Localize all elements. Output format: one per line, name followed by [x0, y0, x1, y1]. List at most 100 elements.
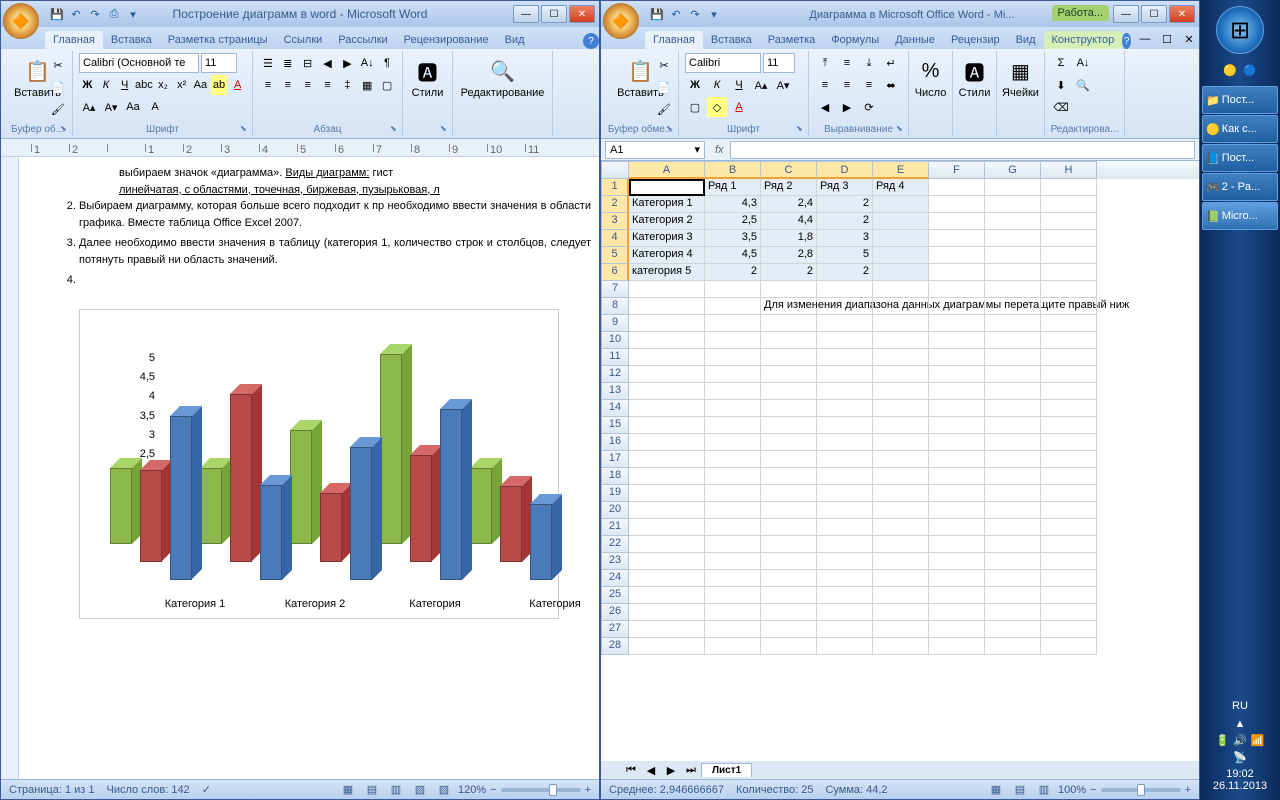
cell[interactable]: [817, 468, 873, 485]
row-header[interactable]: 27: [601, 621, 629, 638]
cell[interactable]: 2: [817, 196, 873, 213]
cell[interactable]: [1041, 366, 1097, 383]
row-header[interactable]: 2: [601, 196, 629, 213]
cell[interactable]: [929, 298, 985, 315]
cell[interactable]: [817, 638, 873, 655]
taskbar-item[interactable]: 🎮2 - Pa...: [1202, 173, 1278, 201]
zoom-in-button[interactable]: +: [585, 784, 591, 796]
cell[interactable]: [705, 434, 761, 451]
bullets-button[interactable]: ☰: [259, 53, 277, 73]
qat-more-icon[interactable]: ▾: [125, 6, 141, 22]
copy-icon[interactable]: 📄: [48, 77, 68, 97]
cell[interactable]: [985, 468, 1041, 485]
cell[interactable]: [629, 179, 705, 196]
font-effects-button[interactable]: A: [145, 97, 165, 117]
col-header[interactable]: D: [817, 161, 873, 179]
col-header[interactable]: B: [705, 161, 761, 179]
undo-icon[interactable]: ↶: [68, 6, 84, 22]
print-icon[interactable]: ⎙: [106, 6, 122, 22]
cell[interactable]: [985, 349, 1041, 366]
tab-review[interactable]: Рецензир: [943, 31, 1008, 49]
indent-right-button[interactable]: ▶: [338, 53, 356, 73]
cell[interactable]: [817, 298, 873, 315]
find-button[interactable]: 🔍: [1073, 75, 1093, 95]
subscript-button[interactable]: x₂: [155, 75, 172, 95]
cell[interactable]: [705, 468, 761, 485]
cell[interactable]: [985, 417, 1041, 434]
tab-layout[interactable]: Разметка: [760, 31, 824, 49]
cell[interactable]: [629, 349, 705, 366]
cell[interactable]: [705, 400, 761, 417]
row-header[interactable]: 24: [601, 570, 629, 587]
cell[interactable]: [705, 519, 761, 536]
redo-icon[interactable]: ↷: [687, 6, 703, 22]
doc-minimize-icon[interactable]: —: [1135, 29, 1155, 49]
cell[interactable]: [705, 451, 761, 468]
multilevel-button[interactable]: ⊟: [299, 53, 317, 73]
cell[interactable]: Ряд 4: [873, 179, 929, 196]
cell[interactable]: [985, 179, 1041, 196]
cell[interactable]: [873, 366, 929, 383]
select-all-corner[interactable]: [601, 161, 629, 179]
cell[interactable]: [705, 349, 761, 366]
cell[interactable]: [873, 281, 929, 298]
cell[interactable]: [873, 621, 929, 638]
chart[interactable]: 00,511,522,533,544,55 Категория 1 Катего…: [79, 309, 559, 619]
cell[interactable]: [629, 417, 705, 434]
cell[interactable]: [761, 485, 817, 502]
col-header[interactable]: C: [761, 161, 817, 179]
cell[interactable]: [629, 604, 705, 621]
merge-button[interactable]: ⬌: [881, 75, 901, 95]
font-size-combo[interactable]: 11: [201, 53, 237, 73]
cell[interactable]: [761, 604, 817, 621]
cell[interactable]: [1041, 468, 1097, 485]
office-button[interactable]: 🔶: [3, 3, 39, 39]
cell[interactable]: [761, 400, 817, 417]
clear-format-button[interactable]: Aa: [123, 97, 143, 117]
tab-design[interactable]: Конструктор: [1044, 31, 1123, 49]
spell-check-icon[interactable]: ✓: [202, 783, 211, 796]
zoom-level[interactable]: 100%: [1058, 784, 1086, 796]
cell[interactable]: [1041, 264, 1097, 281]
cell[interactable]: [817, 366, 873, 383]
cell[interactable]: [817, 621, 873, 638]
tab-mailings[interactable]: Рассылки: [330, 31, 395, 49]
tray-chevron-icon[interactable]: ▲: [1235, 718, 1246, 730]
row-header[interactable]: 11: [601, 349, 629, 366]
vertical-ruler[interactable]: [1, 157, 19, 779]
cell[interactable]: [985, 621, 1041, 638]
format-painter-icon[interactable]: 🖌: [48, 99, 68, 119]
cell[interactable]: [629, 451, 705, 468]
cell[interactable]: 1,8: [761, 230, 817, 247]
cell[interactable]: [761, 315, 817, 332]
word-count[interactable]: Число слов: 142: [107, 784, 190, 796]
cell[interactable]: [985, 366, 1041, 383]
view-outline-icon[interactable]: ▧: [410, 780, 430, 800]
cell[interactable]: [873, 638, 929, 655]
cell[interactable]: [705, 417, 761, 434]
cell[interactable]: 2: [705, 264, 761, 281]
cell[interactable]: [629, 400, 705, 417]
cell[interactable]: [929, 315, 985, 332]
name-box[interactable]: A1▾: [605, 141, 705, 159]
prev-sheet-icon[interactable]: ◀: [641, 760, 661, 779]
taskbar-item[interactable]: 📁Пост...: [1202, 86, 1278, 114]
cell[interactable]: [929, 553, 985, 570]
cell[interactable]: [1041, 485, 1097, 502]
taskbar-item[interactable]: 📘Пост...: [1202, 144, 1278, 172]
cell[interactable]: 2,8: [761, 247, 817, 264]
view-print-icon[interactable]: ▦: [338, 780, 358, 800]
col-header[interactable]: H: [1041, 161, 1097, 179]
cell[interactable]: [1041, 332, 1097, 349]
col-header[interactable]: G: [985, 161, 1041, 179]
cell[interactable]: [929, 247, 985, 264]
cells-button[interactable]: ▦ Ячейки: [1003, 53, 1038, 101]
cell[interactable]: категория 5: [629, 264, 705, 281]
cell[interactable]: [929, 468, 985, 485]
row-header[interactable]: 10: [601, 332, 629, 349]
change-case-button[interactable]: Aa: [192, 75, 209, 95]
shrink-font-button[interactable]: A▾: [101, 97, 121, 117]
qat-more-icon[interactable]: ▾: [706, 6, 722, 22]
numbering-button[interactable]: ≣: [279, 53, 297, 73]
cell[interactable]: [929, 434, 985, 451]
